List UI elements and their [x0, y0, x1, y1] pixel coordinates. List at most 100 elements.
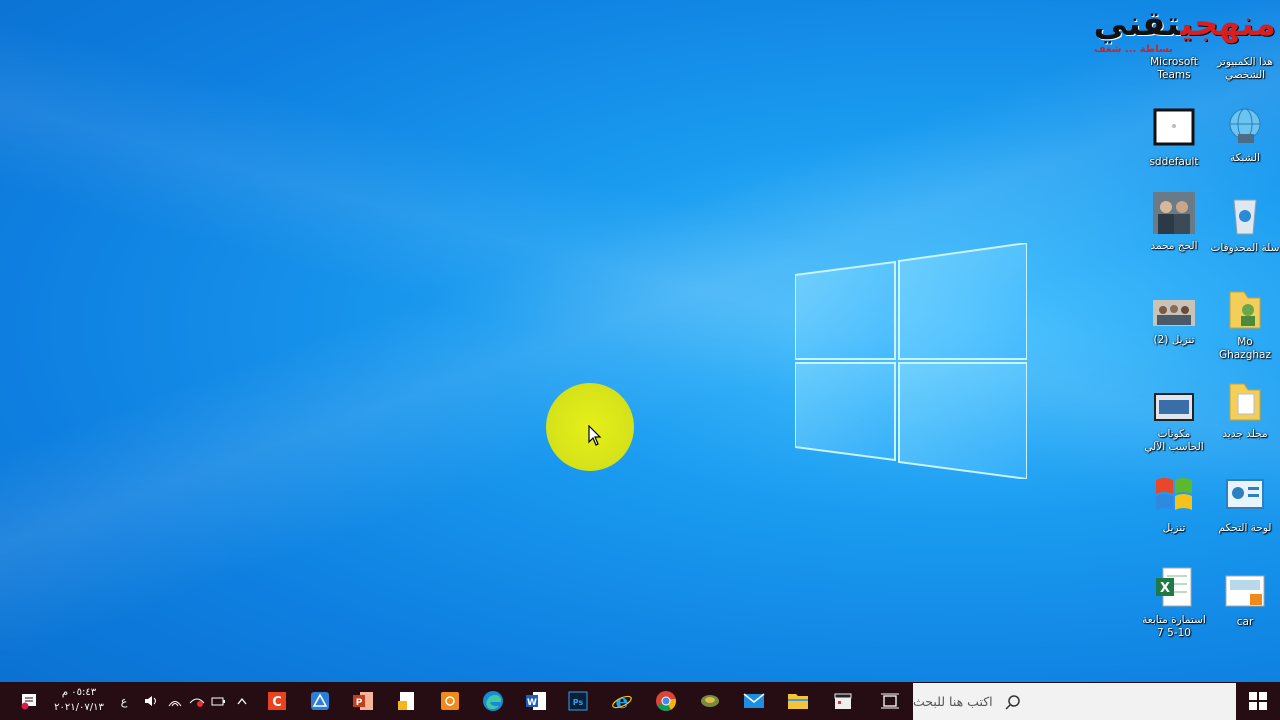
- notification-icon: [21, 694, 36, 710]
- watermark-title-red: منهجي: [1180, 4, 1276, 44]
- show-hidden-icons[interactable]: [232, 682, 252, 720]
- taskbar-app-snip-sketch[interactable]: [430, 682, 470, 720]
- task-view-button[interactable]: [870, 682, 910, 720]
- watermark-title: منهجيتقني: [1094, 4, 1276, 44]
- taskbar-app-edge[interactable]: [473, 682, 513, 720]
- wifi-disconnected-icon: [189, 698, 205, 707]
- taskbar-app-photoshop[interactable]: Ps: [558, 682, 598, 720]
- desktop-icon-download[interactable]: تنزيل: [1139, 474, 1209, 535]
- app-triangle-icon: [311, 692, 329, 710]
- battery-plug-icon: [211, 697, 225, 706]
- folder-icon: [788, 694, 808, 709]
- user-folder-icon: [1229, 291, 1261, 329]
- taskbar-clock[interactable]: ٠٥:٤٣ م ٢٠٢١/٠٧/١٣: [48, 685, 110, 715]
- watermark-title-black: تقني: [1093, 4, 1181, 44]
- recycle-bin-icon: [1233, 199, 1257, 235]
- powerpoint-icon: P: [353, 692, 373, 710]
- chrome-icon: [656, 691, 677, 712]
- word-icon: W: [526, 692, 546, 710]
- wallpaper-light-beam: [0, 0, 1280, 720]
- internet-explorer-icon: e: [612, 690, 632, 712]
- tray-wifi[interactable]: [164, 682, 186, 720]
- chevron-up-icon: [237, 697, 247, 705]
- start-button[interactable]: [1236, 682, 1280, 720]
- svg-text:e: e: [616, 690, 629, 712]
- this-pc-icon: [1224, 40, 1266, 54]
- taskbar-app-word[interactable]: W: [516, 682, 556, 720]
- action-center-button[interactable]: [16, 682, 42, 720]
- desktop-icon-label: الحج محمد: [1150, 240, 1198, 252]
- svg-text:W: W: [527, 698, 537, 708]
- svg-text:C: C: [272, 695, 282, 710]
- excel-file-icon: X: [1156, 567, 1192, 607]
- desktop-icon-new-folder[interactable]: مجلد جديد: [1210, 380, 1280, 441]
- taskbar-app-internet-explorer[interactable]: e: [602, 682, 642, 720]
- folder-icon: [1229, 383, 1261, 421]
- taskbar-app-file-explorer[interactable]: [778, 682, 818, 720]
- desktop-icon-label: sddefault: [1149, 156, 1199, 168]
- taskbar-app-blue[interactable]: [300, 682, 340, 720]
- desktop-icon-label: Microsoft Teams: [1150, 56, 1198, 81]
- desktop-icon-this-pc[interactable]: هذا الكمبيوتر الشخصي: [1210, 40, 1280, 82]
- photo-thumbnail-icon: [1154, 393, 1194, 421]
- desktop-icon-haj[interactable]: الحج محمد: [1139, 192, 1209, 253]
- desktop-icon-label: الشبكة: [1229, 152, 1261, 164]
- taskbar: اكتب هنا للبحث e Ps W P C ع ٠٥:٤٣ م ٢٠٢١…: [0, 682, 1280, 720]
- package-icon: [701, 695, 719, 707]
- network-icon: [1229, 108, 1261, 143]
- clock-time: ٠٥:٤٣ م: [61, 687, 97, 698]
- desktop-icon-control-panel[interactable]: لوحة التحكم: [1210, 474, 1280, 535]
- desktop-icon-teams[interactable]: Microsoft Teams: [1139, 40, 1209, 82]
- image-file-icon: [1225, 575, 1265, 607]
- desktop-icon-network[interactable]: الشبكة: [1210, 104, 1280, 165]
- windows-flag-icon: [1156, 478, 1192, 510]
- taskbar-search-box[interactable]: اكتب هنا للبحث: [913, 683, 1236, 720]
- clock-date: ٢٠٢١/٠٧/١٣: [54, 702, 104, 713]
- snip-sketch-icon: [441, 692, 459, 710]
- svg-text:P: P: [356, 698, 363, 708]
- windows-logo-wallpaper: [795, 243, 1027, 479]
- desktop-icon-label: تنزيل: [1162, 522, 1186, 534]
- photoshop-icon: Ps: [568, 691, 588, 711]
- image-file-icon: [1153, 108, 1195, 146]
- control-panel-icon: [1226, 479, 1264, 509]
- teams-icon: [1153, 40, 1195, 54]
- desktop-icon-download2[interactable]: تنزيل (2): [1139, 298, 1209, 347]
- app-c-icon: C: [268, 692, 286, 710]
- wifi-icon: [168, 701, 182, 707]
- desktop-icon-recycle-bin[interactable]: سلة المحذوفات: [1210, 194, 1280, 255]
- mail-icon: [743, 693, 765, 708]
- tray-volume[interactable]: [141, 682, 163, 720]
- taskbar-app-office-hub[interactable]: [387, 682, 427, 720]
- desktop-icon-mo-ghazghaz[interactable]: Mo Ghazghaz: [1210, 288, 1280, 362]
- svg-text:X: X: [1160, 581, 1170, 596]
- mouse-pointer-icon: [588, 425, 602, 446]
- photo-thumbnail-icon: [1153, 300, 1195, 326]
- svg-text:Ps: Ps: [573, 698, 584, 707]
- desktop-icon-components[interactable]: مكونات الحاسب الآلي: [1139, 392, 1209, 454]
- desktop-icon-label: مكونات الحاسب الآلي: [1144, 428, 1204, 453]
- desktop-icon-label: سلة المحذوفات: [1210, 242, 1280, 254]
- tray-network-status[interactable]: [186, 682, 208, 720]
- tray-battery[interactable]: [208, 682, 230, 720]
- desktop-icon-label: هذا الكمبيوتر الشخصي: [1217, 56, 1273, 81]
- taskbar-app-chrome[interactable]: [646, 682, 686, 720]
- edge-icon: [483, 691, 503, 711]
- taskbar-app-powerpoint[interactable]: P: [343, 682, 383, 720]
- desktop-icon-sddefault[interactable]: sddefault: [1139, 108, 1209, 169]
- taskbar-app-package[interactable]: [690, 682, 730, 720]
- search-icon: [995, 694, 1031, 710]
- desktop-icon-label: لوحة التحكم: [1218, 522, 1272, 534]
- search-placeholder: اكتب هنا للبحث: [913, 694, 993, 709]
- taskbar-app-claquette[interactable]: [823, 682, 863, 720]
- taskbar-app-orange[interactable]: C: [257, 682, 297, 720]
- tray-language[interactable]: ع: [114, 682, 134, 720]
- taskbar-app-mail[interactable]: [734, 682, 774, 720]
- desktop-icon-label: Mo Ghazghaz: [1218, 336, 1271, 361]
- desktop-icon-label: استمارة متابعة 10-5 7: [1142, 614, 1206, 639]
- desktop-icon-excel-file[interactable]: X استمارة متابعة 10-5 7: [1139, 566, 1209, 640]
- desktop-icon-car[interactable]: car: [1210, 574, 1280, 629]
- desktop-icon-label: car: [1236, 616, 1254, 628]
- windows-start-icon: [1249, 692, 1267, 710]
- office-document-icon: [398, 692, 414, 710]
